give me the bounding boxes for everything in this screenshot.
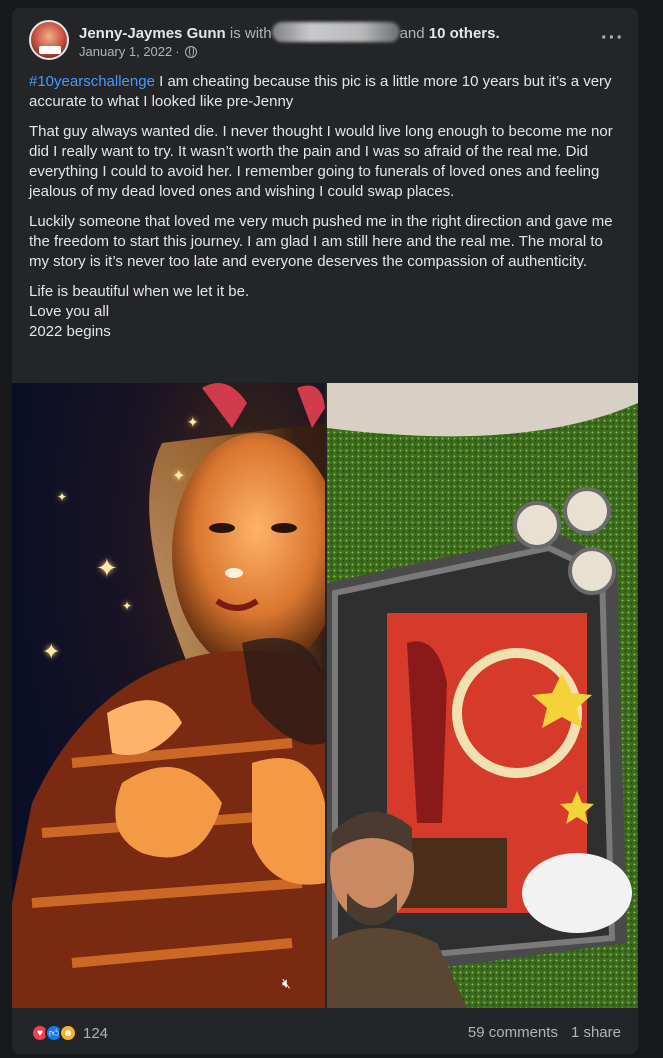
post-card: Jenny-Jaymes Gunn is with and 10 others. … (12, 8, 638, 1054)
redacted-tagged-name (271, 22, 400, 42)
others-link[interactable]: 10 others. (429, 25, 500, 42)
care-icon: ☻ (59, 1024, 77, 1042)
closing-line-3: 2022 begins (29, 323, 111, 340)
sparkle-icon: ✦ (42, 639, 61, 664)
author-line: Jenny-Jaymes Gunn is with and 10 others. (79, 22, 500, 44)
closing-line-1: Life is beautiful when we let it be. (29, 283, 250, 300)
author-avatar[interactable] (29, 20, 69, 60)
reactions-summary[interactable]: ♥ 👍︎ ☻ 124 (31, 1024, 108, 1042)
globe-icon[interactable] (184, 45, 197, 58)
with-text: is with (229, 25, 272, 42)
and-text: and (399, 25, 425, 42)
sparkle-icon: ✦ (96, 553, 118, 583)
photo-left[interactable]: ✦ ✦ ✦ ✦ ✦ ✦ 🔇︎ (12, 383, 325, 1008)
shares-count-link[interactable]: 1 share (571, 1024, 621, 1041)
photo-right[interactable] (327, 383, 638, 1008)
post-date-link[interactable]: January 1, 2022 (79, 44, 172, 59)
post-text: #10yearschallenge I am cheating because … (12, 66, 638, 342)
post-meta: January 1, 2022 · (79, 44, 197, 59)
meta-separator: · (175, 44, 180, 59)
avatar-badge (39, 46, 61, 54)
hashtag-link[interactable]: #10yearschallenge (29, 73, 155, 90)
photo-left-image (12, 383, 325, 1008)
speaker-muted-icon[interactable]: 🔇︎ (282, 975, 304, 993)
sparkle-icon: ✦ (57, 490, 68, 504)
post-header: Jenny-Jaymes Gunn is with and 10 others. … (12, 8, 638, 66)
photo-grid: ✦ ✦ ✦ ✦ ✦ ✦ 🔇︎ (12, 383, 638, 1008)
engagement-counts: 59 comments 1 share (468, 1024, 621, 1041)
post-paragraph-2: That guy always wanted die. I never thou… (29, 123, 613, 200)
photo-right-image (327, 383, 638, 1008)
post-paragraph-1: #10yearschallenge I am cheating because … (29, 72, 622, 112)
author-name-link[interactable]: Jenny-Jaymes Gunn (79, 25, 226, 42)
post-paragraph-3: Luckily someone that loved me very much … (29, 213, 613, 270)
post-closing: Life is beautiful when we let it be. Lov… (29, 282, 622, 342)
post-footer: ♥ 👍︎ ☻ 124 59 comments 1 share (12, 1011, 638, 1054)
sparkle-icon: ✦ (187, 414, 199, 430)
sparkle-icon: ✦ (172, 468, 186, 485)
reaction-count[interactable]: 124 (83, 1025, 108, 1042)
closing-line-2: Love you all (29, 303, 110, 320)
sparkle-icon: ✦ (122, 599, 133, 613)
comments-count-link[interactable]: 59 comments (468, 1024, 558, 1041)
more-options-button[interactable]: ··· (601, 28, 624, 48)
